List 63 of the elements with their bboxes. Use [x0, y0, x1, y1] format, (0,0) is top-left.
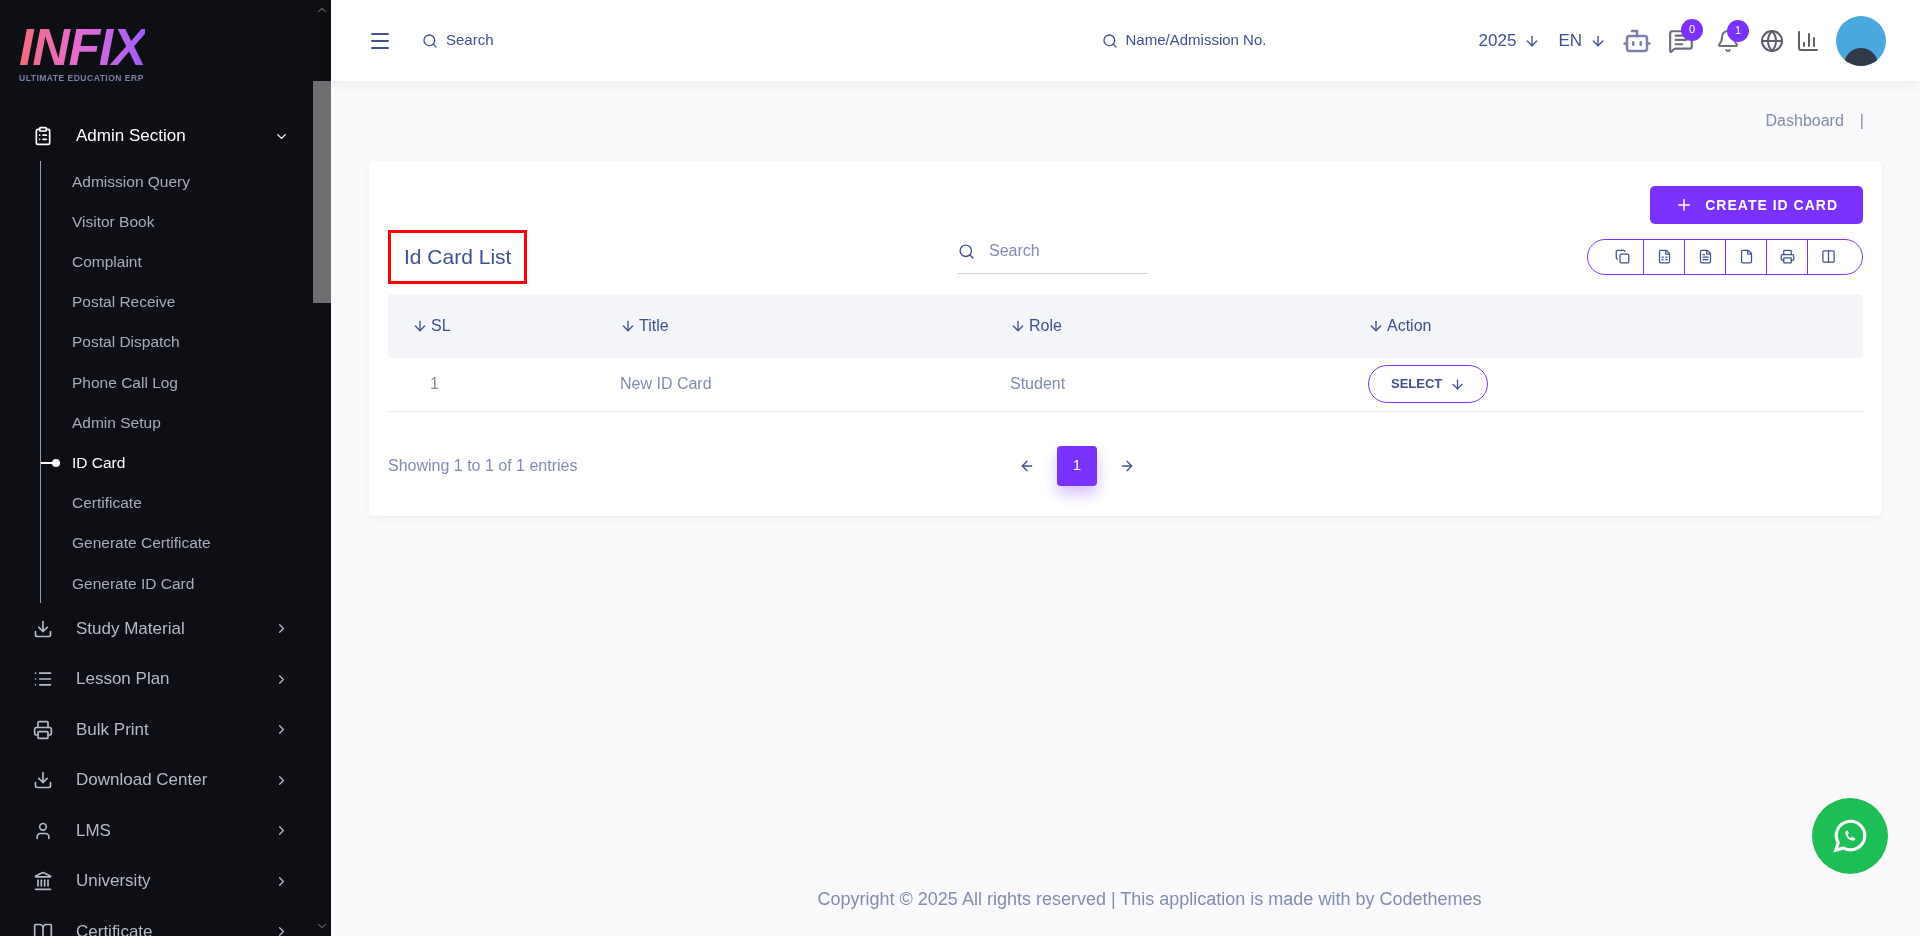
sidebar-item[interactable]: Admin Section: [0, 110, 313, 162]
student-search-field[interactable]: Name/Admission No.: [1101, 29, 1267, 52]
arrow-down-icon: [1450, 376, 1466, 392]
sidebar-item[interactable]: Download Center: [0, 754, 313, 806]
sidebar-subitem[interactable]: Certificate: [72, 491, 142, 515]
avatar[interactable]: [1836, 15, 1886, 66]
sidebar-item[interactable]: Lesson Plan: [0, 653, 313, 705]
spreadsheet-icon: [1656, 249, 1672, 265]
chat-icon[interactable]: [1668, 27, 1694, 54]
bell-icon[interactable]: [1716, 28, 1740, 53]
chart-icon[interactable]: [1796, 28, 1820, 53]
person-icon: [33, 820, 53, 841]
sidebar-subitem[interactable]: Generate ID Card: [72, 571, 195, 595]
sidebar-item[interactable]: Certificate: [0, 906, 313, 936]
document-icon: [1697, 249, 1713, 265]
sidebar-subitem[interactable]: Postal Receive: [72, 290, 176, 314]
scroll-thumb[interactable]: [313, 81, 331, 303]
sidebar-subitem[interactable]: Postal Dispatch: [72, 330, 180, 354]
sidebar-item[interactable]: LMS: [0, 805, 313, 856]
sidebar-subitem[interactable]: Phone Call Log: [72, 370, 178, 394]
copyright-text: Copyright © 2025 All rights reserved | This application is made with by Codethemes: [817, 888, 1482, 911]
search-icon: [958, 242, 975, 260]
column-header[interactable]: Role: [1010, 313, 1062, 338]
sidebar-subitem[interactable]: Visitor Book: [72, 209, 155, 234]
sidebar-subitem[interactable]: ID Card: [72, 451, 126, 475]
file-icon: [1738, 249, 1754, 265]
search-icon: [1101, 32, 1118, 49]
download-icon: [33, 618, 53, 639]
download-icon: [33, 770, 53, 791]
book-icon: [33, 921, 53, 936]
copy-icon: [1615, 249, 1630, 265]
count-badge: 1: [1727, 19, 1749, 42]
sidebar-item[interactable]: Bulk Print: [0, 704, 313, 755]
panel-title: Id Card List: [388, 230, 528, 284]
clipboard-icon: [33, 126, 53, 146]
bank-icon: [33, 871, 53, 892]
columns-icon: [1820, 249, 1836, 265]
page-button[interactable]: 1: [1057, 445, 1097, 486]
sidebar-subitem[interactable]: Admission Query: [72, 169, 190, 193]
count-badge: 0: [1681, 18, 1703, 41]
column-header[interactable]: SL: [412, 313, 451, 338]
sidebar-subitem[interactable]: Complaint: [72, 250, 142, 274]
table-cell-text: New ID Card: [620, 374, 712, 394]
language-select[interactable]: EN: [1558, 27, 1606, 54]
sidebar-subitem[interactable]: Admin Setup: [72, 410, 161, 435]
search-field[interactable]: Search: [422, 29, 494, 52]
entries-info: Showing 1 to 1 of 1 entries: [388, 455, 579, 476]
globe-icon[interactable]: [1760, 28, 1784, 53]
chat-bubble-icon: [1831, 817, 1869, 855]
sidebar-item[interactable]: University: [0, 855, 313, 907]
table-cell-text: Student: [1010, 374, 1066, 394]
column-header[interactable]: Action: [1368, 313, 1432, 338]
printer-icon: [1779, 249, 1795, 265]
sidebar-subitem[interactable]: Generate Certificate: [72, 531, 211, 555]
table-cell-text: 1: [429, 374, 439, 394]
sidebar-item[interactable]: Study Material: [0, 603, 313, 654]
breadcrumb-separator: |: [1859, 111, 1864, 131]
year-select[interactable]: 2025: [1478, 27, 1541, 54]
column-header[interactable]: Title: [620, 313, 669, 338]
search-icon: [422, 32, 438, 49]
logo-subtitle: ULTIMATE EDUCATION ERP: [19, 72, 144, 85]
printer-icon: [33, 719, 53, 740]
create-button[interactable]: CREATE ID CARD: [1650, 186, 1863, 224]
